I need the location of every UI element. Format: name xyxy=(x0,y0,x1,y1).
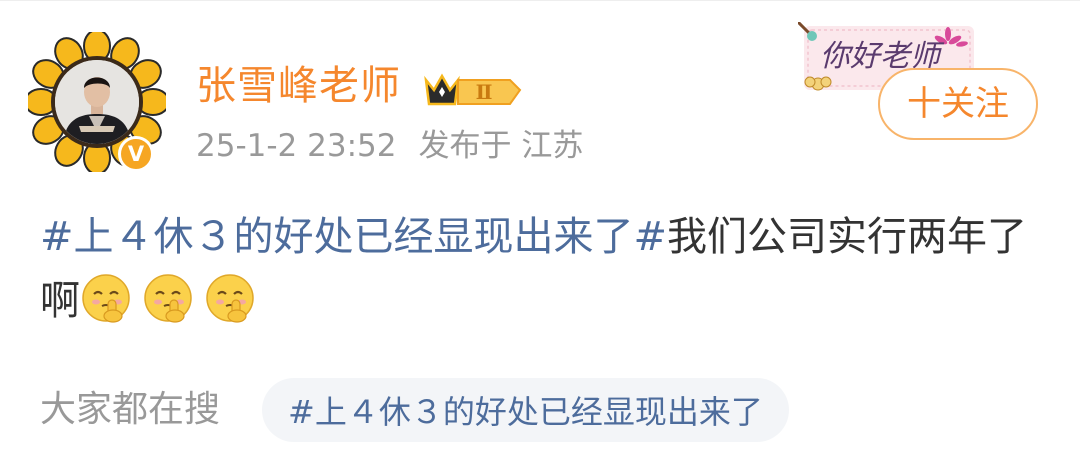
trending-search-chip[interactable]: #上４休３的好处已经显现出来了 xyxy=(262,378,789,442)
shush-emoji-icon xyxy=(80,272,132,324)
topic-link[interactable]: #上４休３的好处已经显现出来了# xyxy=(40,214,667,260)
post-meta: 25-1-2 23:52 发布于 江苏 xyxy=(196,131,583,162)
username[interactable]: 张雪峰老师 xyxy=(196,66,401,106)
trending-search-label: 大家都在搜 xyxy=(40,389,221,430)
shush-emoji-icon xyxy=(142,272,194,324)
post-content: #上４休３的好处已经显现出来了#我们公司实行两年了啊 xyxy=(40,205,1050,333)
svg-text:Ⅱ: Ⅱ xyxy=(476,80,493,104)
verified-badge: V xyxy=(118,136,154,172)
shush-emoji-icon xyxy=(204,272,256,324)
level-badge[interactable]: Ⅱ xyxy=(418,70,526,110)
post-location: 发布于 江苏 xyxy=(418,128,584,164)
follow-button[interactable]: 十关注 xyxy=(878,68,1038,140)
post-time: 25-1-2 23:52 xyxy=(196,128,397,164)
avatar[interactable]: V xyxy=(28,32,166,172)
avatar-photo xyxy=(55,60,139,144)
top-divider xyxy=(0,0,1080,1)
